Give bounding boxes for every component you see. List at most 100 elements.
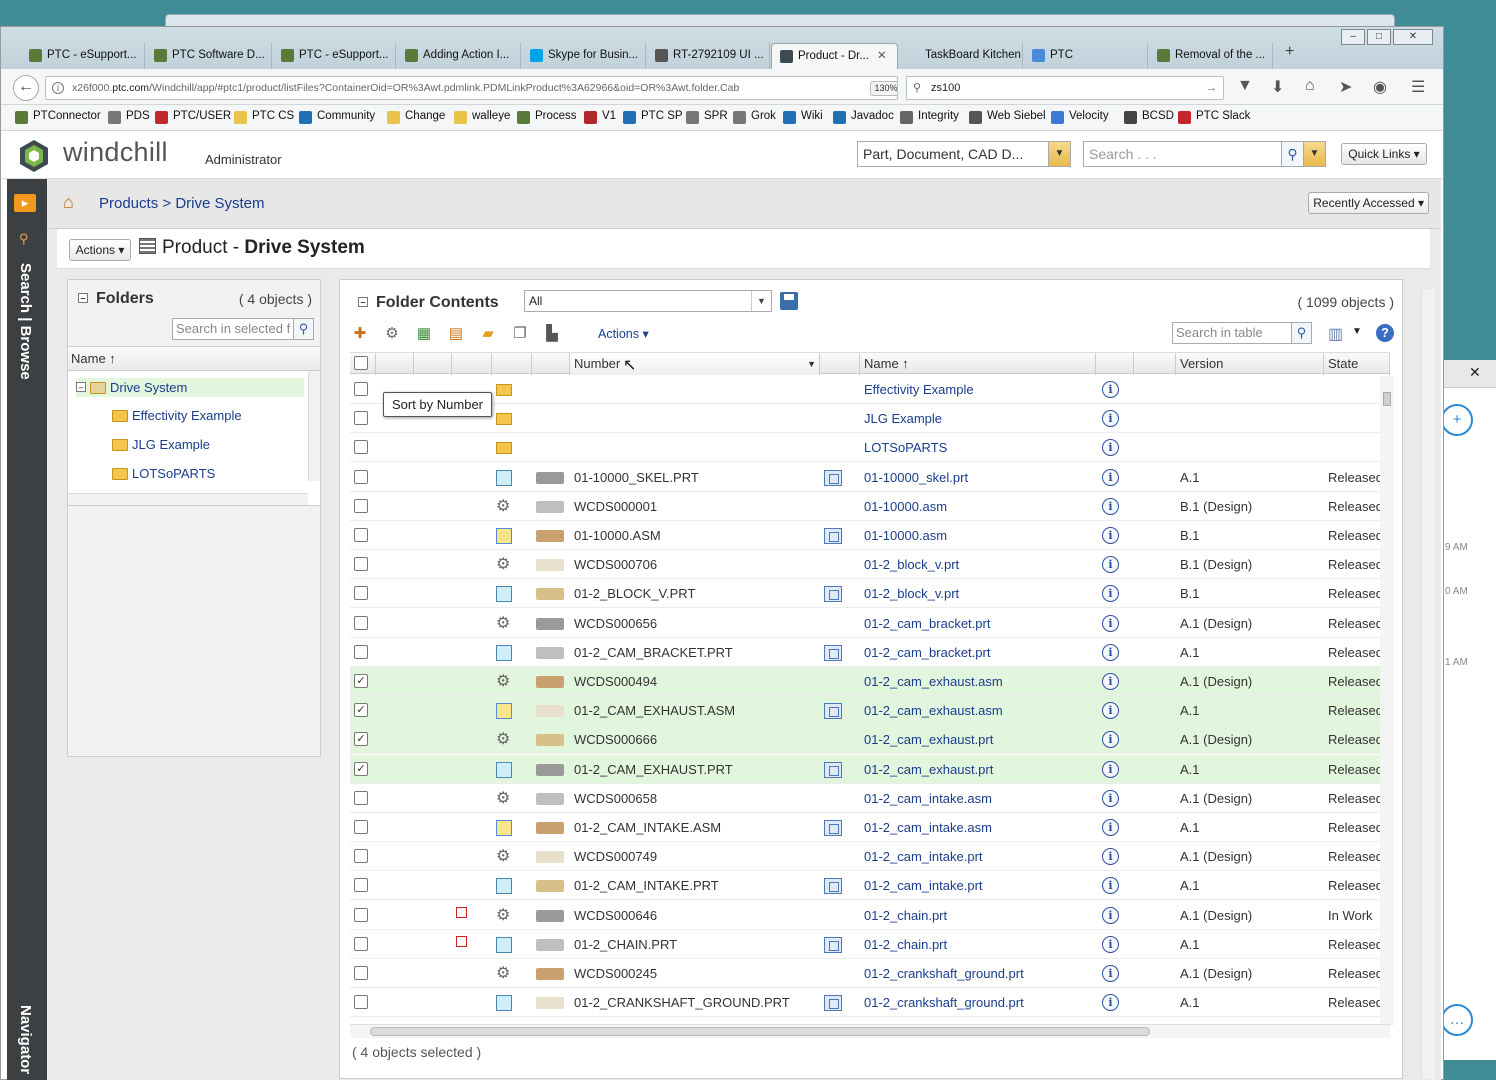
bookmark-velocity[interactable]: Velocity xyxy=(1051,110,1109,124)
bookmark-integrity[interactable]: Integrity xyxy=(900,110,959,124)
row-checkbox[interactable] xyxy=(354,557,368,572)
tab-6[interactable]: RT-2792109 UI ... xyxy=(647,43,770,69)
row-name-link[interactable]: 01-10000.asm xyxy=(864,528,947,543)
info-icon[interactable]: i xyxy=(1102,497,1119,515)
info-icon[interactable]: i xyxy=(1102,643,1119,661)
open-in-creo-icon[interactable] xyxy=(824,528,842,544)
tab-10[interactable]: Removal of the ... xyxy=(1149,43,1273,69)
row-checkbox[interactable] xyxy=(354,382,368,396)
row-name-link[interactable]: 01-10000_skel.prt xyxy=(864,470,968,485)
info-icon[interactable]: i xyxy=(1102,819,1119,836)
info-icon[interactable]: i xyxy=(1102,527,1119,544)
tab-5[interactable]: Skype for Busin... xyxy=(522,43,646,69)
row-name-link[interactable]: LOTSoPARTS xyxy=(864,440,947,455)
pocket-icon[interactable]: ▼ xyxy=(1237,77,1253,95)
row-name-link[interactable]: 01-2_block_v.prt xyxy=(864,586,959,601)
table-row[interactable]: ✓ 01-2_CAM_EXHAUST.ASM 01-2_cam_exhaust.as… xyxy=(350,696,1390,726)
help-icon[interactable]: ? xyxy=(1376,324,1394,342)
bookmark-process[interactable]: Process xyxy=(517,110,577,124)
paste-icon[interactable]: ▙ xyxy=(542,324,562,344)
row-name-link[interactable]: 01-2_cam_exhaust.asm xyxy=(864,674,1003,689)
info-icon[interactable]: i xyxy=(1102,439,1119,457)
column-header-state[interactable]: State xyxy=(1324,353,1390,375)
tab-4[interactable]: Adding Action I... xyxy=(397,43,521,69)
recently-accessed-button[interactable]: Recently Accessed ▾ xyxy=(1308,192,1429,214)
row-checkbox[interactable] xyxy=(354,615,368,630)
tree-vertical-scrollbar[interactable] xyxy=(308,371,320,481)
table-row[interactable]: ⚙ WCDS000658 01-2_cam_intake.asm i A.1 (Desi… xyxy=(350,784,1390,813)
breadcrumb-products[interactable]: Products xyxy=(99,195,158,212)
table-horizontal-scrollbar[interactable] xyxy=(350,1024,1390,1038)
table-row[interactable]: ✓ ⚙ WCDS000666 01-2_cam_exhaust.prt i A.1 (De… xyxy=(350,725,1390,755)
menu-icon[interactable]: ☰ xyxy=(1411,77,1425,97)
tab-7[interactable]: Product - Dr... ✕ xyxy=(771,43,898,69)
thumbnail-image[interactable] xyxy=(536,822,564,834)
tab-1[interactable]: PTC - eSupport... xyxy=(21,43,145,69)
bookmark-ptc-user[interactable]: PTC/USER xyxy=(155,110,231,124)
send-icon[interactable]: ➤ xyxy=(1339,77,1352,97)
site-info-icon[interactable]: i xyxy=(52,82,64,94)
table-row[interactable]: ⚙ WCDS000749 01-2_cam_intake.prt i A.1 (Desi… xyxy=(350,842,1390,872)
chevron-down-icon[interactable]: ▼ xyxy=(807,353,816,375)
open-in-creo-icon[interactable] xyxy=(824,936,842,953)
table-row[interactable]: LOTSoPARTS i xyxy=(350,433,1390,463)
thumbnail-image[interactable] xyxy=(536,646,564,659)
thumbnail-image[interactable] xyxy=(536,938,564,951)
info-icon[interactable]: i xyxy=(1102,731,1119,749)
search-icon[interactable]: ⚲ xyxy=(1281,142,1303,166)
browser-search-input[interactable]: ⚲ zs100 → xyxy=(906,76,1224,100)
bookmark-community[interactable]: Community xyxy=(299,110,375,124)
row-checkbox[interactable]: ✓ xyxy=(354,732,368,747)
new-folder-icon[interactable]: ▰ xyxy=(478,324,498,344)
open-in-creo-icon[interactable] xyxy=(824,644,842,661)
row-checkbox[interactable] xyxy=(354,528,368,542)
table-vertical-scrollbar[interactable] xyxy=(1380,376,1394,1026)
page-vertical-scrollbar[interactable] xyxy=(1421,289,1435,1079)
row-checkbox[interactable] xyxy=(354,790,368,805)
extension-icon[interactable]: ◉ xyxy=(1373,77,1387,97)
new-tab-button[interactable]: + xyxy=(1285,43,1294,61)
row-checkbox[interactable] xyxy=(354,411,368,426)
thumbnail-image[interactable] xyxy=(536,705,564,718)
row-name-link[interactable]: 01-2_cam_intake.prt xyxy=(864,878,983,893)
bookmark-spr[interactable]: SPR xyxy=(686,110,728,124)
navigator-tab[interactable]: Navigator xyxy=(17,1005,34,1074)
table-row[interactable]: Effectivity Example i xyxy=(350,375,1390,404)
row-name-link[interactable]: 01-2_cam_exhaust.prt xyxy=(864,762,993,777)
tree-node-drive-system[interactable]: – Drive System xyxy=(76,378,304,397)
row-name-link[interactable]: Effectivity Example xyxy=(864,382,974,397)
info-icon[interactable]: i xyxy=(1102,906,1119,924)
home-icon[interactable]: ⌂ xyxy=(1305,77,1315,95)
close-window-icon[interactable]: ✕ xyxy=(1393,29,1433,45)
address-bar[interactable]: i x26f000.ptc.com/Windchill/app/#ptc1/pr… xyxy=(45,76,898,100)
zoom-level[interactable]: 130% xyxy=(870,81,897,96)
new-document-icon[interactable]: ✚ xyxy=(350,324,370,344)
info-icon[interactable]: i xyxy=(1102,468,1119,486)
close-tab-icon[interactable]: ✕ xyxy=(877,50,887,62)
table-row[interactable]: ⚙ WCDS000656 01-2_cam_bracket.prt i A.1 (Des… xyxy=(350,609,1390,638)
row-checkbox[interactable]: ✓ xyxy=(354,674,368,688)
bookmark-change[interactable]: Change xyxy=(387,110,445,124)
tab-9[interactable]: PTC xyxy=(1024,43,1148,69)
downloads-icon[interactable]: ⬇ xyxy=(1271,77,1284,97)
row-checkbox[interactable] xyxy=(354,498,368,513)
open-in-creo-icon[interactable] xyxy=(824,820,842,836)
info-icon[interactable]: i xyxy=(1102,614,1119,632)
bookmark-pds[interactable]: PDS xyxy=(108,110,150,124)
row-checkbox[interactable] xyxy=(354,820,368,834)
table-row[interactable]: 01-2_CAM_INTAKE.ASM 01-2_cam_intake.asm i A… xyxy=(350,813,1390,842)
minimize-icon[interactable]: – xyxy=(1341,29,1365,45)
table-row[interactable]: 01-2_CAM_INTAKE.PRT 01-2_cam_intake.prt i A… xyxy=(350,871,1390,901)
row-checkbox[interactable] xyxy=(354,644,368,659)
row-checkbox[interactable] xyxy=(354,936,368,951)
table-row[interactable]: ⚙ WCDS000245 01-2_crankshaft_ground.prt i A.… xyxy=(350,959,1390,988)
tree-node-lotsoparts[interactable]: LOTSoPARTS xyxy=(112,466,215,481)
row-checkbox[interactable] xyxy=(354,440,368,455)
tab-3[interactable]: PTC - eSupport... xyxy=(273,43,396,69)
collapse-icon[interactable]: – xyxy=(358,297,368,307)
table-row[interactable]: 01-2_CRANKSHAFT_GROUND.PRT 01-2_crankshaf… xyxy=(350,988,1390,1018)
info-icon[interactable]: i xyxy=(1102,935,1119,953)
row-name-link[interactable]: 01-2_cam_bracket.prt xyxy=(864,616,990,631)
more-options-icon[interactable]: … xyxy=(1441,1004,1473,1036)
chevron-down-icon[interactable]: ▼ xyxy=(1048,142,1070,166)
